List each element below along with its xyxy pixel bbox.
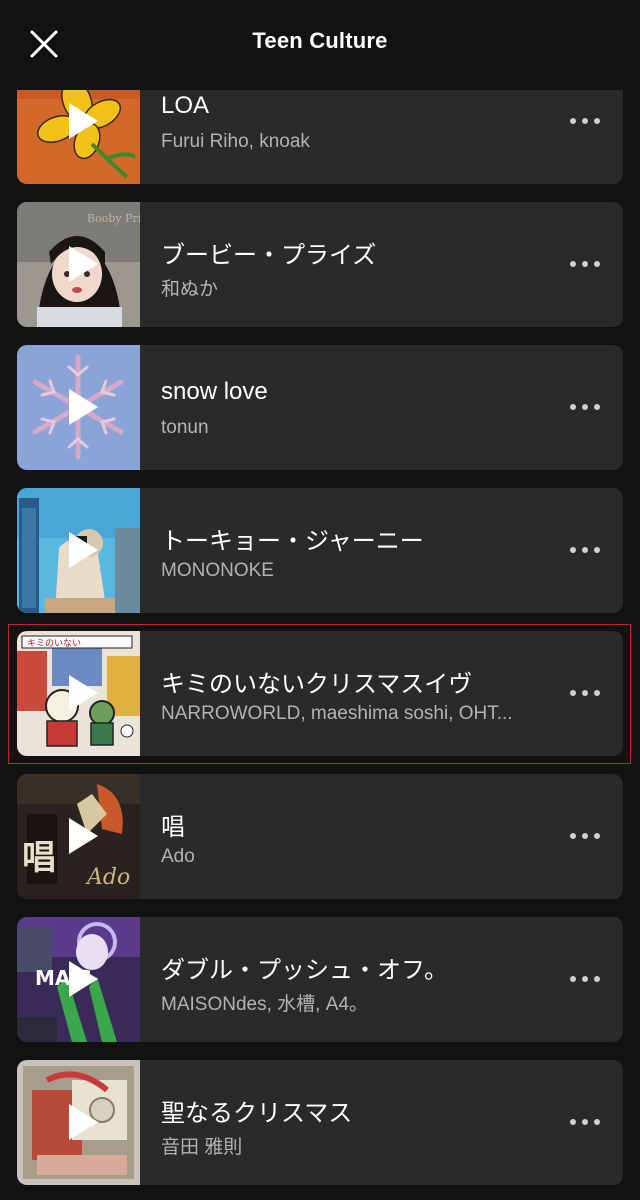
play-icon[interactable] bbox=[67, 531, 99, 569]
track-row-selected[interactable]: キミのいない キミのいないクリスマスイヴ NARROWORLD, maeshim… bbox=[17, 631, 623, 756]
track-artist: MONONOKE bbox=[161, 560, 274, 581]
svg-text:キミのいない: キミのいない bbox=[27, 638, 81, 649]
play-icon[interactable] bbox=[67, 817, 99, 855]
track-row[interactable]: トーキョー・ジャーニー MONONOKE bbox=[17, 488, 623, 613]
play-icon[interactable] bbox=[67, 674, 99, 712]
track-row[interactable]: snow love tonun bbox=[17, 345, 623, 470]
track-title: トーキョー・ジャーニー bbox=[161, 528, 424, 555]
track-artist: 音田 雅則 bbox=[161, 1137, 243, 1158]
track-title: LOA bbox=[161, 92, 210, 119]
track-row[interactable]: 唱 Ado 唱 Ado bbox=[17, 774, 623, 899]
track-row[interactable]: Booby Prize ブービー・プライズ 和ぬか bbox=[17, 202, 623, 327]
track-meta: 唱 Ado bbox=[161, 774, 551, 899]
track-title: ブービー・プライズ bbox=[161, 242, 377, 269]
more-options-icon[interactable] bbox=[567, 826, 603, 846]
top-bar: Teen Culture bbox=[0, 0, 640, 90]
track-meta: 聖なるクリスマス 音田 雅則 bbox=[161, 1060, 551, 1185]
track-artist: Ado bbox=[161, 846, 195, 867]
play-icon[interactable] bbox=[67, 245, 99, 283]
track-row[interactable]: 聖なるクリスマス 音田 雅則 bbox=[17, 1060, 623, 1185]
track-artist: 和ぬか bbox=[161, 279, 219, 300]
track-artist: Furui Riho, knoak bbox=[161, 131, 310, 152]
more-options-icon[interactable] bbox=[567, 254, 603, 274]
track-title: キミのいないクリスマスイヴ bbox=[161, 671, 473, 698]
track-title: 唱 bbox=[161, 814, 185, 841]
more-options-icon[interactable] bbox=[567, 969, 603, 989]
play-icon[interactable] bbox=[67, 388, 99, 426]
track-title: ダブル・プッシュ・オフ。 bbox=[161, 957, 449, 984]
track-artist: NARROWORLD, maeshima soshi, OHT... bbox=[161, 703, 513, 724]
track-row[interactable]: MAIS ダブル・プッシュ・オフ。 MAISONdes, 水槽, A4。 bbox=[17, 917, 623, 1042]
page-title: Teen Culture bbox=[252, 28, 388, 53]
more-options-icon[interactable] bbox=[567, 111, 603, 131]
playlist-screen: LOA Furui Riho, knoak Booby Pri ブービー・プライ… bbox=[0, 0, 640, 1200]
svg-text:唱: 唱 bbox=[22, 838, 56, 878]
track-artist: MAISONdes, 水槽, A4。 bbox=[161, 994, 368, 1015]
track-title: snow love bbox=[161, 378, 268, 405]
play-icon[interactable] bbox=[67, 102, 99, 140]
track-artist: tonun bbox=[161, 417, 209, 438]
play-icon[interactable] bbox=[67, 1103, 99, 1141]
svg-text:Ado: Ado bbox=[85, 865, 130, 890]
more-options-icon[interactable] bbox=[567, 683, 603, 703]
track-title: 聖なるクリスマス bbox=[161, 1100, 353, 1127]
more-options-icon[interactable] bbox=[567, 397, 603, 417]
track-meta: ダブル・プッシュ・オフ。 MAISONdes, 水槽, A4。 bbox=[161, 917, 551, 1042]
more-options-icon[interactable] bbox=[567, 1112, 603, 1132]
track-meta: トーキョー・ジャーニー MONONOKE bbox=[161, 488, 551, 613]
play-icon[interactable] bbox=[67, 960, 99, 998]
track-meta: キミのいないクリスマスイヴ NARROWORLD, maeshima soshi… bbox=[161, 631, 551, 756]
more-options-icon[interactable] bbox=[567, 540, 603, 560]
track-meta: snow love tonun bbox=[161, 345, 551, 470]
svg-text:Booby Prize: Booby Prize bbox=[87, 212, 140, 225]
track-meta: ブービー・プライズ 和ぬか bbox=[161, 202, 551, 327]
